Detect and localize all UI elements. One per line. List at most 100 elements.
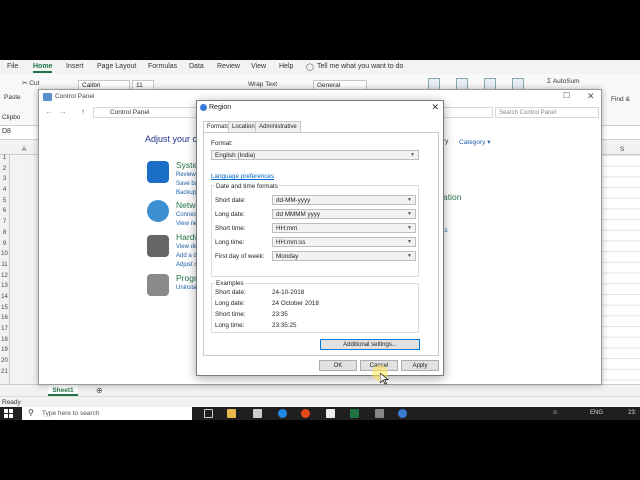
first-day-select[interactable]: Monday ▼ [272,251,416,261]
tab-administrative[interactable]: Administrative [255,121,301,132]
language-indicator[interactable]: ENG [590,410,603,416]
long-time-select[interactable]: HH:mm:ss ▼ [272,237,416,247]
category-link[interactable]: View ne [176,221,197,227]
row-number[interactable]: 11 [0,262,9,273]
clock[interactable]: 23: [628,410,636,416]
row-number[interactable]: 15 [0,305,9,316]
desktop: File Home Insert Page Layout Formulas Da… [0,60,640,420]
mouse-pointer-icon [380,373,389,385]
control-panel-taskbar-icon[interactable] [375,409,384,418]
example-label: Short time: [215,311,246,318]
row-number[interactable]: 14 [0,294,9,305]
file-explorer-icon[interactable] [227,409,236,418]
row-number[interactable]: 6 [0,208,9,219]
ok-button[interactable]: OK [319,360,357,371]
close-icon[interactable]: ✕ [587,91,595,102]
cell-grid[interactable] [600,155,640,385]
maximize-icon[interactable]: ☐ [563,91,570,100]
menu-home[interactable]: Home [33,63,53,73]
printer-icon [147,235,169,257]
name-box[interactable]: D8 [2,128,11,135]
row-number[interactable]: 18 [0,337,9,348]
forward-arrow-icon[interactable]: → [59,107,67,116]
dialog-title: Region [209,104,232,111]
menu-file[interactable]: File [7,63,18,70]
excel-menubar: File Home Insert Page Layout Formulas Da… [0,60,640,74]
up-arrow-icon[interactable]: ↑ [81,107,85,116]
example-label: Long time: [215,322,245,329]
category-link[interactable]: Add a d [176,253,197,259]
category-link[interactable]: Adjust c [176,262,197,268]
long-date-label: Long date: [215,211,245,218]
menu-formulas[interactable]: Formulas [148,63,177,70]
column-header-a[interactable]: A [22,146,26,153]
row-number[interactable]: 8 [0,230,9,241]
category-link[interactable]: Review [176,172,196,178]
category-link[interactable]: Uninsta [176,285,196,291]
row-number[interactable]: 3 [0,176,9,187]
additional-settings-button[interactable]: Additional settings... [320,339,420,350]
row-number[interactable]: 10 [0,251,9,262]
edge-icon[interactable] [278,409,287,418]
back-arrow-icon[interactable]: ← [45,107,53,116]
wrap-text-button[interactable]: Wrap Text [248,81,277,88]
row-number[interactable]: 20 [0,358,9,369]
add-sheet-icon[interactable]: ⊕ [96,386,103,395]
close-icon[interactable]: ✕ [431,102,439,113]
short-date-select[interactable]: dd-MM-yyyy ▼ [272,195,416,205]
windows-start-icon[interactable] [4,409,13,418]
category-link[interactable]: Connec [176,212,197,218]
taskbar-search[interactable]: ⚲ Type here to search [22,407,192,420]
task-view-icon[interactable] [204,409,213,418]
excel-icon[interactable] [350,409,359,418]
row-number[interactable]: 7 [0,219,9,230]
row-number[interactable]: 16 [0,315,9,326]
menu-view[interactable]: View [251,63,266,70]
menu-page-layout[interactable]: Page Layout [97,63,136,70]
sheet-tab[interactable]: Sheet1 [48,385,78,396]
category-link[interactable]: View de [176,244,197,250]
tell-me-box[interactable]: Tell me what you want to do [317,63,403,70]
search-input[interactable]: Search Control Panel [495,107,599,118]
chevron-down-icon: ▼ [407,253,412,259]
language-preferences-link[interactable]: Language preferences [211,173,274,180]
column-header-s[interactable]: S [620,146,624,153]
short-time-select[interactable]: HH:mm ▼ [272,223,416,233]
row-number[interactable]: 9 [0,241,9,252]
category-link[interactable]: Backup [176,190,196,196]
menu-data[interactable]: Data [189,63,204,70]
row-number[interactable]: 21 [0,369,9,380]
category-link[interactable]: Save ba [176,181,198,187]
row-number[interactable]: 19 [0,347,9,358]
find-select-button[interactable]: Find & [611,96,630,103]
dialog-titlebar[interactable]: Region ✕ [197,101,443,115]
people-icon[interactable]: ☺ [552,410,558,416]
format-select[interactable]: English (India) ▼ [211,150,419,160]
format-label: Format: [211,140,233,147]
store-icon[interactable] [253,409,262,418]
row-number[interactable]: 12 [0,273,9,284]
paste-button[interactable]: Paste [4,94,21,101]
autosum-button[interactable]: Σ AutoSum [547,78,580,85]
row-number[interactable]: 13 [0,283,9,294]
menu-help[interactable]: Help [279,63,293,70]
chevron-down-icon: ▼ [410,152,415,158]
region-taskbar-icon[interactable] [398,409,407,418]
row-number[interactable]: 4 [0,187,9,198]
mail-icon[interactable] [326,409,335,418]
row-number[interactable]: 17 [0,326,9,337]
examples-title: Examples [215,280,245,287]
scissors-icon: ✂ [22,80,28,87]
view-by-category-select[interactable]: Category ▾ [459,138,490,146]
apply-button[interactable]: Apply [401,360,439,371]
menu-review[interactable]: Review [217,63,240,70]
row-number[interactable]: 2 [0,166,9,177]
chrome-icon[interactable] [301,409,310,418]
row-number[interactable]: 5 [0,198,9,209]
example-value: 24 October 2018 [272,300,319,307]
menu-insert[interactable]: Insert [66,63,84,70]
long-date-select[interactable]: dd MMMM yyyy ▼ [272,209,416,219]
cut-button[interactable]: ✂ Cut [22,79,39,87]
row-number[interactable]: 1 [0,155,9,166]
category-clock-region[interactable]: ation [443,192,461,202]
